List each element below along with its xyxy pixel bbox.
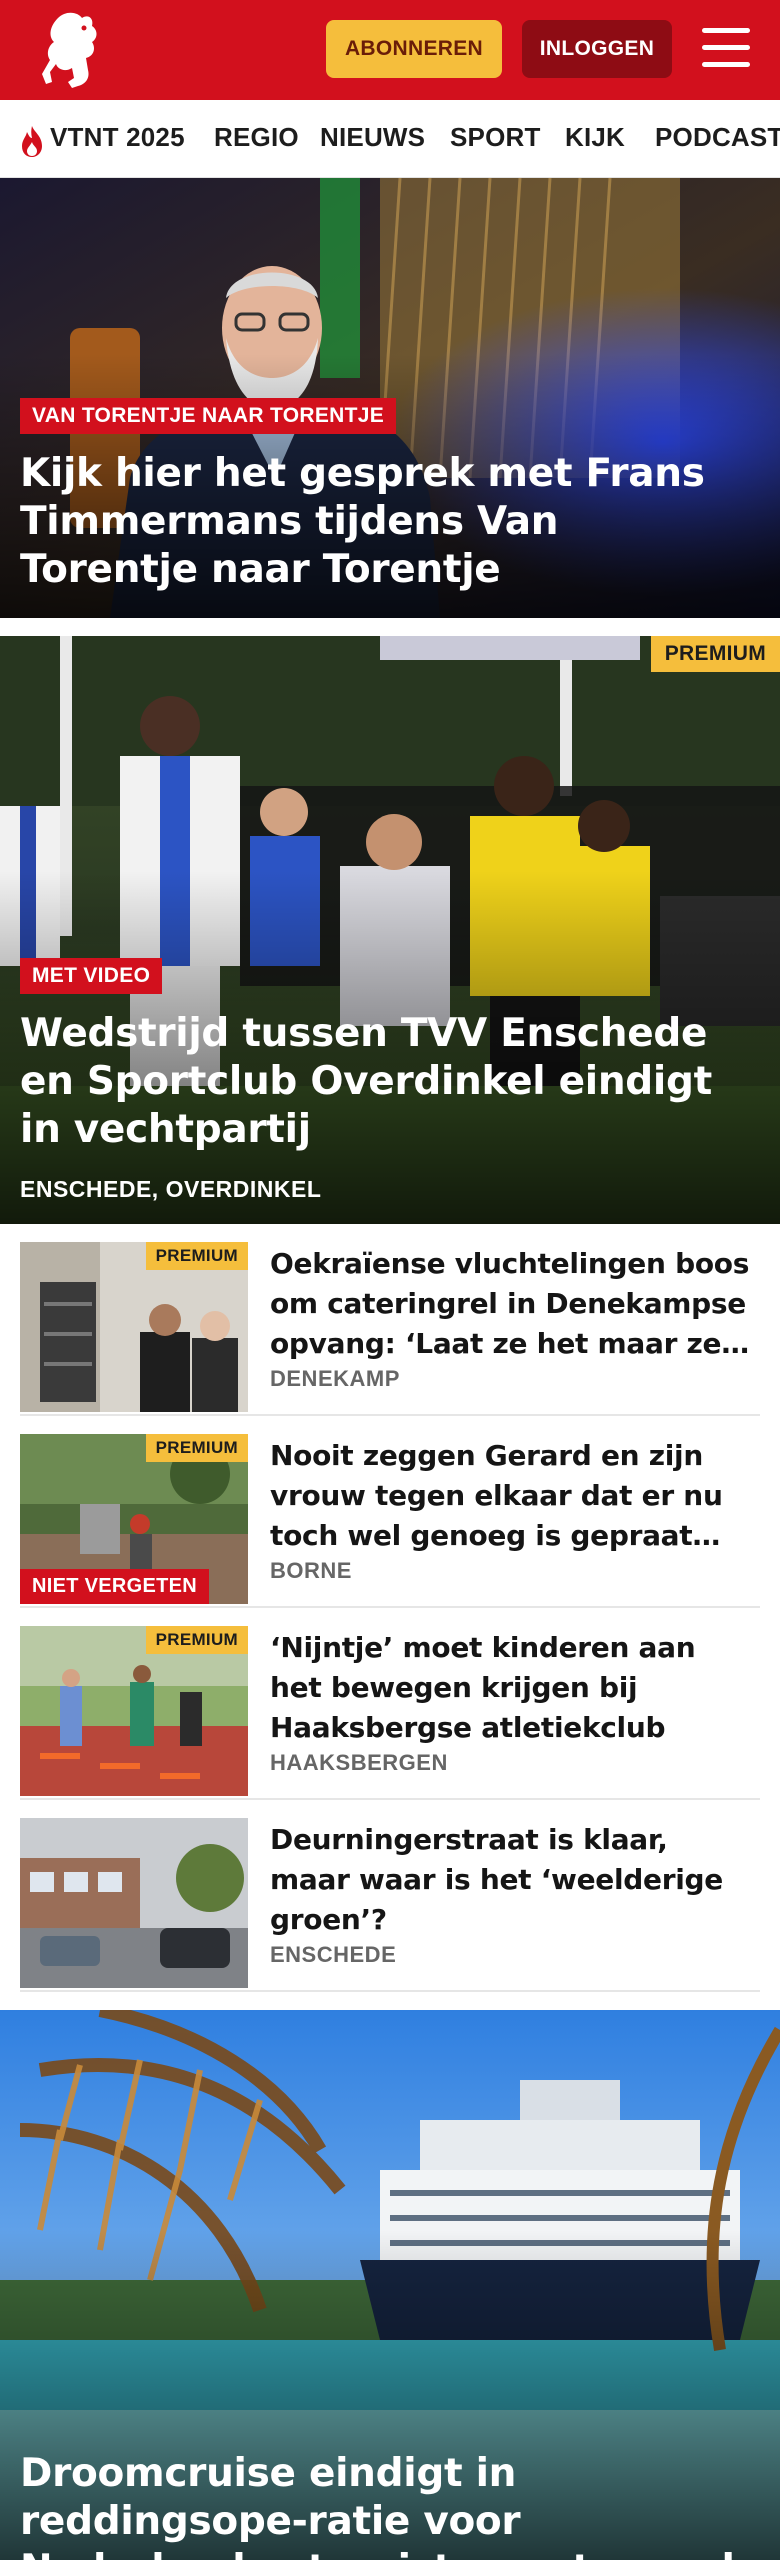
premium-badge: PREMIUM (145, 1242, 248, 1270)
nav-item-regio[interactable]: REGIO (214, 122, 299, 153)
top-header: ABONNEREN INLOGGEN (0, 0, 780, 100)
article-location: ENSCHEDE (270, 1942, 397, 1967)
premium-badge: PREMIUM (145, 1626, 248, 1654)
premium-badge: PREMIUM (145, 1434, 248, 1462)
hero-location: ENSCHEDE, OVERDINKEL (20, 1176, 322, 1202)
premium-badge: PREMIUM (650, 636, 780, 672)
hero-article-droomcruise[interactable]: Droomcruise eindigt in reddingsope-ratie… (0, 2010, 780, 2560)
hero-article-vechtpartij[interactable]: PREMIUM MET VIDEO Wedstrijd tussen TVV E… (0, 636, 780, 1224)
nav-item-kijk[interactable]: KIJK (565, 122, 625, 153)
hero-category-tag: VAN TORENTJE NAAR TORENTJE (20, 398, 397, 434)
list-item[interactable]: Deurningerstraat is klaar, maar waar is … (20, 1800, 760, 1992)
login-button[interactable]: INLOGGEN (522, 20, 672, 78)
flame-icon (22, 126, 42, 157)
hero-title[interactable]: Droomcruise eindigt in reddingsope-ratie… (20, 2450, 740, 2560)
nav-item-podcast[interactable]: PODCAST (655, 122, 780, 153)
section-nav: VTNT 2025 REGIO NIEUWS SPORT KIJK PODCAS… (0, 100, 780, 178)
article-title[interactable]: ‘Nijntje’ moet kinderen aan het bewegen … (270, 1628, 754, 1748)
list-item[interactable]: PREMIUM Oekraïense vluchtelingen boos om… (20, 1224, 760, 1416)
article-location: DENEKAMP (270, 1366, 400, 1391)
list-item[interactable]: PREMIUM NIET VERGETEN Nooit zeggen Gerar… (20, 1416, 760, 1608)
nav-item-nieuws[interactable]: NIEUWS (320, 122, 425, 153)
hero-title[interactable]: Wedstrijd tussen TVV Enschede en Sportcl… (20, 1010, 740, 1154)
list-item[interactable]: PREMIUM ‘Nijntje’ moet kinderen aan het … (20, 1608, 760, 1800)
article-location: BORNE (270, 1558, 352, 1583)
nav-item-sport[interactable]: SPORT (450, 122, 541, 153)
horse-logo-icon[interactable] (38, 8, 108, 92)
article-title[interactable]: Deurningerstraat is klaar, maar waar is … (270, 1820, 754, 1940)
subscribe-button[interactable]: ABONNEREN (326, 20, 502, 78)
nav-item-vtnt[interactable]: VTNT 2025 (50, 122, 185, 153)
article-title[interactable]: Oekraïense vluchtelingen boos om caterin… (270, 1244, 754, 1364)
article-thumbnail (20, 1818, 248, 1988)
hero-article-timmermans[interactable]: VAN TORENTJE NAAR TORENTJE Kijk hier het… (0, 178, 780, 618)
article-thumbnail: PREMIUM (20, 1626, 248, 1796)
hamburger-menu-icon[interactable] (698, 24, 754, 72)
not-forget-tag: NIET VERGETEN (20, 1569, 210, 1604)
article-title[interactable]: Nooit zeggen Gerard en zijn vrouw tegen … (270, 1436, 754, 1556)
article-thumbnail: PREMIUM NIET VERGETEN (20, 1434, 248, 1604)
hero-title[interactable]: Kijk hier het gesprek met Frans Timmerma… (20, 450, 740, 594)
article-thumbnail: PREMIUM (20, 1242, 248, 1412)
hero-video-tag: MET VIDEO (20, 958, 163, 994)
article-location: HAAKSBERGEN (270, 1750, 448, 1775)
